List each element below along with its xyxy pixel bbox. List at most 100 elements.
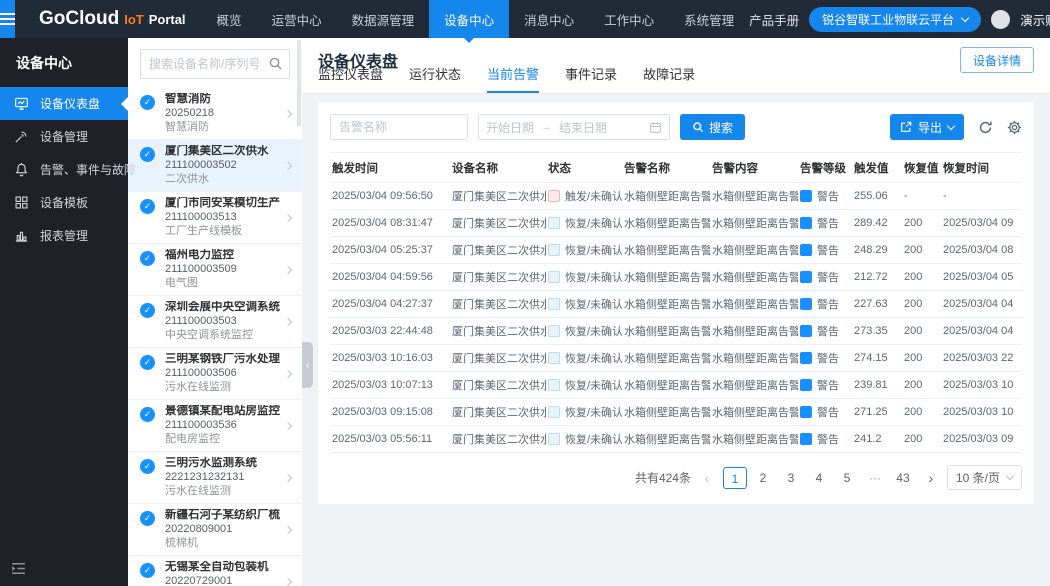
page-number-4[interactable]: 4 [807,467,831,489]
warning-level-icon [800,406,812,418]
device-list-item[interactable]: ✓三明某钢铁厂污水处理系统211100003506污水在线监测 [128,348,302,400]
sidebar-item-label: 告警、事件与故障 [40,161,136,178]
column-header: 告警等级 [798,153,852,183]
device-name: 福州电力监控 [165,249,280,262]
tab-event-record[interactable]: 事件记录 [565,64,617,93]
device-name: 三明污水监测系统 [165,457,280,470]
tab-bar: 监控仪表盘运行状态当前告警事件记录故障记录 [318,64,695,93]
check-circle-icon: ✓ [140,303,155,318]
scrollbar-thumb[interactable] [297,40,301,126]
status-text: 恢复/未确认 [565,296,622,312]
status-text: 恢复/未确认 [565,404,622,420]
check-circle-icon: ✓ [140,511,155,526]
device-template: 智慧消防 [165,121,280,134]
page-number-43[interactable]: 43 [891,467,915,489]
check-circle-icon: ✓ [140,407,155,422]
sidebar-item-device-management[interactable]: 设备管理 [0,120,128,153]
recovered-status-icon [548,433,560,445]
page-number-3[interactable]: 3 [779,467,803,489]
sidebar-item-device-template[interactable]: 设备模板 [0,186,128,219]
device-list-item[interactable]: ✓厦门市同安某模切生产线211100003513工厂生产线模板 [128,192,302,244]
device-list-item[interactable]: ✓福州电力监控211100003509电气图 [128,244,302,296]
warning-level-icon [800,217,812,229]
nav-item-overview[interactable]: 概览 [202,0,257,38]
account-name[interactable]: 演示账号 [1020,10,1050,29]
sidebar-item-device-dashboard[interactable]: 设备仪表盘 [0,87,128,120]
alarm-name-input[interactable] [330,114,468,140]
nav-item-work-center[interactable]: 工作中心 [589,0,669,38]
tab-current-alarm[interactable]: 当前告警 [487,64,539,93]
device-list-item[interactable]: ✓厦门集美区二次供水211100003502二次供水 [128,140,302,192]
device-list-item[interactable]: ✓智慧消防20250218智慧消防 [128,88,302,140]
table-row: 2025/03/04 09:56:50厦门集美区二次供水触发/未确认水箱侧壁距离… [330,183,1022,210]
warning-level-icon [800,298,812,310]
export-button[interactable]: 导出 [890,114,964,140]
main-content: ‹ 设备仪表盘 设备详情 监控仪表盘运行状态当前告警事件记录故障记录 开始日期 … [302,38,1050,586]
column-header: 触发时间 [330,153,450,183]
refresh-icon[interactable] [978,120,993,135]
chevron-right-icon [284,473,292,481]
status-text: 恢复/未确认 [565,269,622,285]
device-list-item[interactable]: ✓深圳会展中央空调系统211100003503中央空调系统监控 [128,296,302,348]
filter-bar: 开始日期 → 结束日期 搜索 导出 [318,102,1034,152]
chevron-right-icon [284,109,292,117]
brand-name: GoCloud [39,8,119,30]
level-text: 警告 [817,215,839,231]
level-text: 警告 [817,431,839,447]
tab-fault-record[interactable]: 故障记录 [643,64,695,93]
chevron-right-icon [284,421,292,429]
page-number-1[interactable]: 1 [723,467,747,489]
page-ellipsis[interactable]: ··· [863,467,887,489]
table-row: 2025/03/03 10:07:13厦门集美区二次供水恢复/未确认水箱侧壁距离… [330,372,1022,399]
level-text: 警告 [817,242,839,258]
chevron-down-icon [947,121,955,129]
sidebar-item-report-management[interactable]: 报表管理 [0,219,128,252]
settings-gear-icon[interactable] [1007,120,1022,135]
warning-level-icon [800,271,812,283]
device-template: 中央空调系统监控 [165,329,280,342]
status-text: 恢复/未确认 [565,242,622,258]
device-serial: 211100003502 [165,159,280,172]
warning-level-icon [800,433,812,445]
nav-item-message-center[interactable]: 消息中心 [509,0,589,38]
product-manual-link[interactable]: 产品手册 [749,10,799,29]
page-number-5[interactable]: 5 [835,467,859,489]
hamburger-menu-icon[interactable] [0,0,15,38]
warning-level-icon [800,325,812,337]
avatar[interactable] [991,10,1010,29]
device-template: 污水在线监测 [165,381,280,394]
platform-select[interactable]: 锐谷智联工业物联云平台 [809,7,981,32]
device-template: 梳棉机 [165,537,280,550]
date-range-picker[interactable]: 开始日期 → 结束日期 [478,114,670,140]
chevron-right-icon [284,577,292,585]
sidebar-item-label: 报表管理 [40,227,88,244]
device-template: 工厂生产线模板 [165,225,280,238]
nav-item-device-center[interactable]: 设备中心 [429,0,509,38]
sidebar-item-label: 设备管理 [40,128,88,145]
level-text: 警告 [817,323,839,339]
page-number-2[interactable]: 2 [751,467,775,489]
search-icon[interactable] [268,56,283,71]
warning-level-icon [800,352,812,364]
device-list-item[interactable]: ✓景德镇某配电站房监控211100003536配电房监控 [128,400,302,452]
device-list-item[interactable]: ✓三明污水监测系统2221231232131污水在线监测 [128,452,302,504]
device-name: 无锡某全自动包装机 [165,561,280,574]
search-button[interactable]: 搜索 [680,114,745,140]
device-detail-button[interactable]: 设备详情 [960,47,1034,73]
device-list-item[interactable]: ✓新疆石河子某纺织厂梳棉机20220809001梳棉机 [128,504,302,556]
nav-item-data-source[interactable]: 数据源管理 [337,0,430,38]
prev-page-icon[interactable]: ‹ [699,470,715,486]
pagination: 共有424条 ‹ 12345···43 › 10 条/页 [318,453,1034,504]
panel-collapse-handle[interactable]: ‹ [302,342,313,388]
nav-item-operation-center[interactable]: 运营中心 [257,0,337,38]
level-text: 警告 [817,269,839,285]
tab-running-status[interactable]: 运行状态 [409,64,461,93]
nav-item-system-management[interactable]: 系统管理 [669,0,749,38]
page-size-select[interactable]: 10 条/页 [947,465,1022,490]
sidebar-item-alarm-event-fault[interactable]: 告警、事件与故障 [0,153,128,186]
device-list-item[interactable]: ✓无锡某全自动包装机20220729001全自动包装机 [128,556,302,586]
menu-fold-icon[interactable] [10,560,27,577]
table-row: 2025/03/03 05:56:11厦门集美区二次供水恢复/未确认水箱侧壁距离… [330,426,1022,453]
next-page-icon[interactable]: › [923,470,939,486]
tab-monitor-dashboard[interactable]: 监控仪表盘 [318,64,383,93]
